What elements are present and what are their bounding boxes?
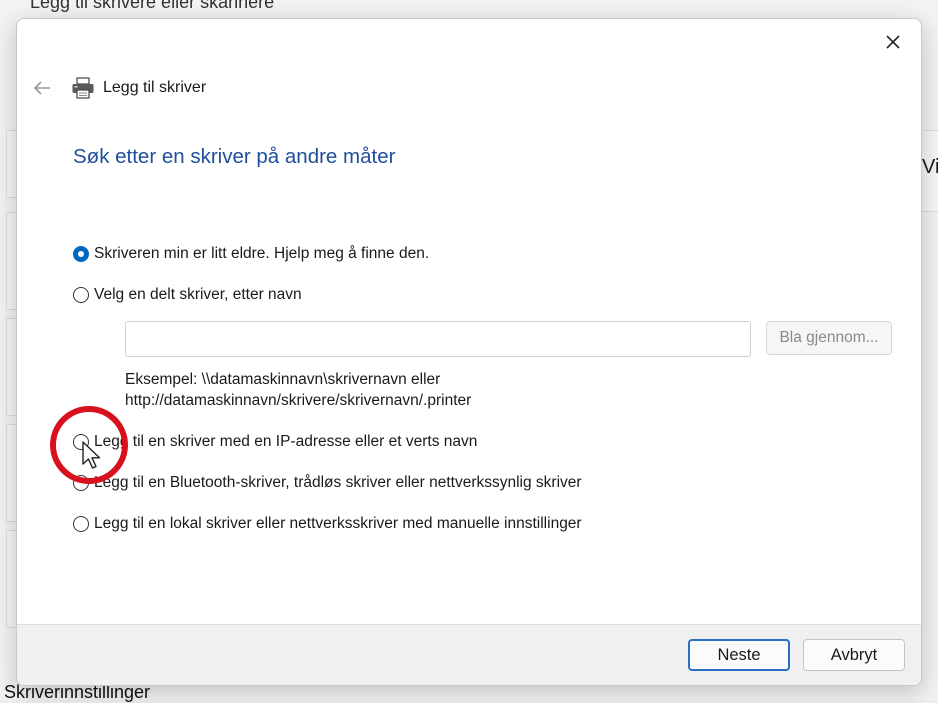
option-label: Legg til en lokal skriver eller nettverk… — [94, 515, 582, 532]
background-window-title: Legg til skrivere eller skannere — [30, 0, 275, 12]
add-printer-dialog: Legg til skriver Søk etter en skriver på… — [16, 18, 922, 686]
option-shared-printer-by-name[interactable]: Velg en delt skriver, etter navn — [73, 286, 302, 304]
shared-printer-name-input[interactable] — [125, 321, 751, 357]
radio-button[interactable] — [73, 516, 89, 532]
printer-icon — [71, 77, 95, 99]
dialog-header: Legg til skriver — [27, 73, 206, 103]
option-local-manual[interactable]: Legg til en lokal skriver eller nettverk… — [73, 515, 582, 533]
background-side-text: Vi — [922, 156, 938, 178]
page-heading: Søk etter en skriver på andre måter — [73, 145, 396, 168]
option-label: Velg en delt skriver, etter navn — [94, 286, 302, 303]
option-bluetooth-wireless[interactable]: Legg til en Bluetooth-skriver, trådløs s… — [73, 474, 582, 492]
radio-button-selected[interactable] — [73, 246, 89, 262]
close-icon — [886, 35, 900, 49]
option-label: Legg til en skriver med en IP-adresse el… — [94, 433, 478, 450]
next-button[interactable]: Neste — [688, 639, 790, 671]
option-older-printer[interactable]: Skriveren min er litt eldre. Hjelp meg å… — [73, 245, 429, 263]
option-ip-address[interactable]: Legg til en skriver med en IP-adresse el… — [73, 433, 477, 451]
dialog-title: Legg til skriver — [103, 79, 207, 96]
radio-button[interactable] — [73, 287, 89, 303]
cancel-button[interactable]: Avbryt — [803, 639, 905, 671]
close-button[interactable] — [875, 25, 911, 59]
radio-button[interactable] — [73, 475, 89, 491]
option-label: Legg til en Bluetooth-skriver, trådløs s… — [94, 474, 582, 491]
browse-button[interactable]: Bla gjennom... — [766, 321, 892, 355]
radio-button[interactable] — [73, 434, 89, 450]
option-label: Skriveren min er litt eldre. Hjelp meg å… — [94, 245, 430, 262]
back-button[interactable] — [27, 73, 57, 103]
example-line: http://datamaskinnavn/skrivere/skriverna… — [125, 392, 472, 409]
back-arrow-icon — [33, 81, 50, 95]
example-text: Eksempel: \\datamaskinnavn\skrivernavn e… — [125, 369, 471, 411]
example-line: Eksempel: \\datamaskinnavn\skrivernavn e… — [125, 371, 441, 388]
dialog-footer: Neste Avbryt — [17, 624, 921, 685]
